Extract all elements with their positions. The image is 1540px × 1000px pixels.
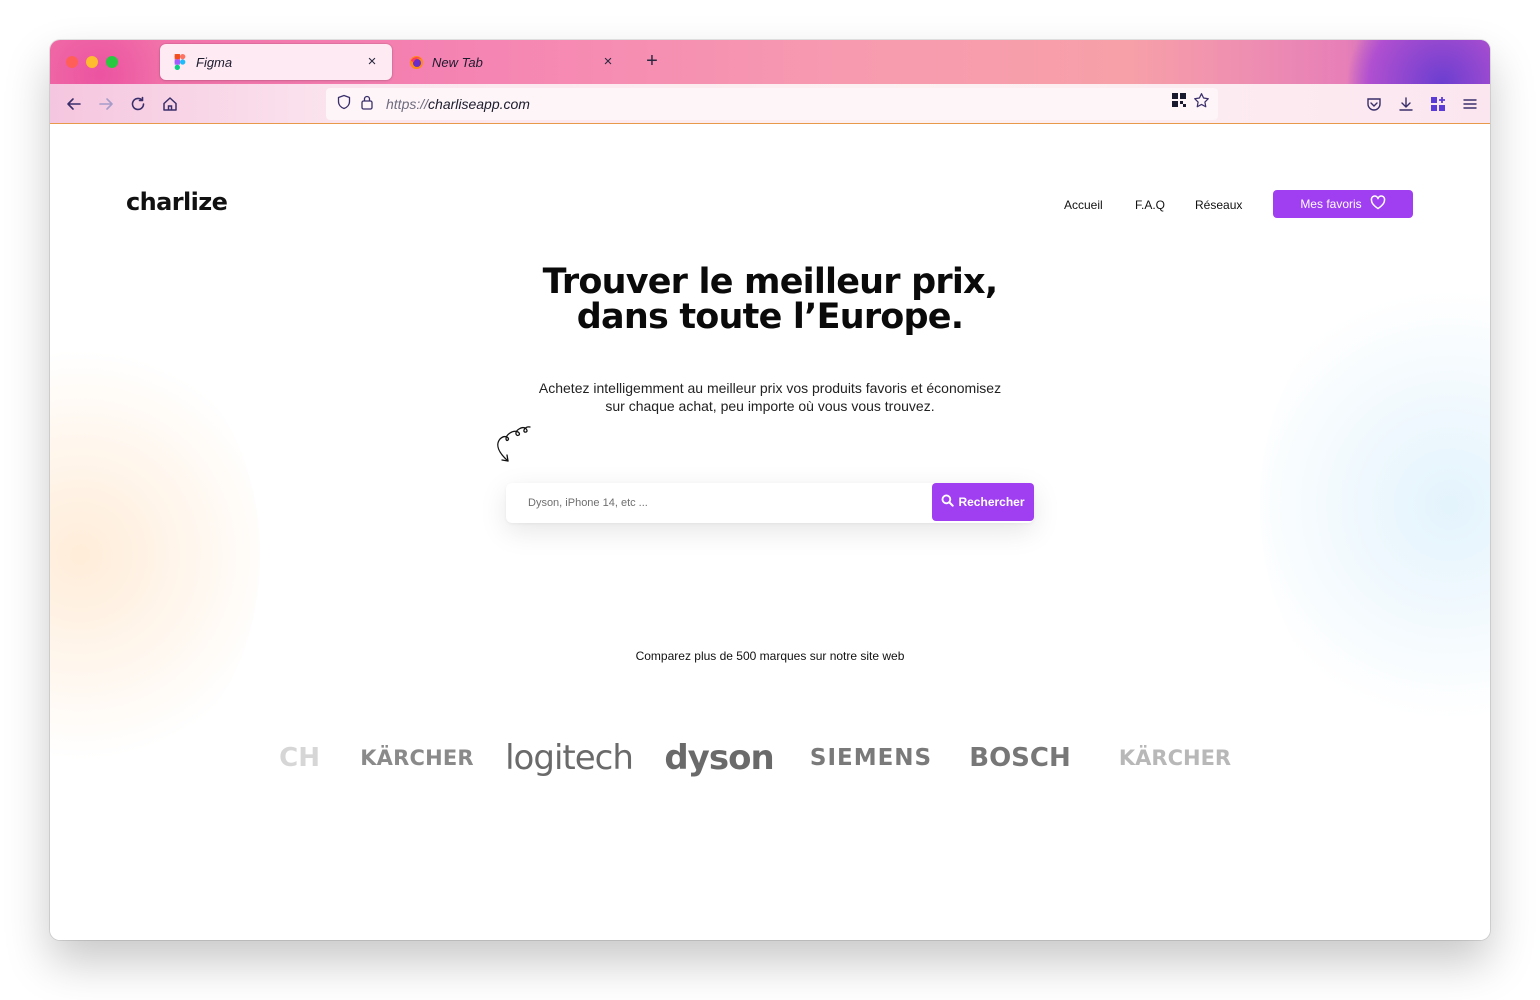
brand-logo-bosch-partial: CH (280, 743, 320, 773)
hero-subtitle-line: Achetez intelligemment au meilleur prix … (538, 380, 1002, 396)
tab-title: New Tab (432, 54, 483, 70)
qr-code-icon[interactable] (1171, 92, 1187, 114)
minimize-window-button[interactable] (86, 56, 98, 68)
brand-carousel: CH KÄRCHER logitech dyson SIEMENS BOSCH … (280, 733, 1240, 783)
bookmark-star-icon[interactable] (1193, 92, 1210, 114)
web-page: charlize Accueil F.A.Q Réseaux Mes favor… (50, 125, 1490, 940)
browser-window: Figma × New Tab × + https://charliseapp.… (50, 40, 1490, 940)
nav-link-faq[interactable]: F.A.Q (1135, 198, 1165, 212)
nav-link-accueil[interactable]: Accueil (1064, 198, 1103, 212)
close-tab-icon[interactable]: × (600, 54, 616, 70)
hero-title: Trouver le meilleur prix, dans toute l’E… (470, 265, 1070, 335)
brand-logo-karcher: KÄRCHER (1118, 746, 1232, 770)
url-text[interactable]: https://charliseapp.com (386, 96, 530, 112)
brand-logo-logitech: logitech (505, 738, 634, 778)
background-glow (50, 325, 260, 785)
search-input[interactable] (506, 483, 932, 523)
close-window-button[interactable] (66, 56, 78, 68)
brand-logo-siemens: SIEMENS (809, 745, 933, 771)
hero-subtitle: Achetez intelligemment au meilleur prix … (470, 379, 1070, 415)
brand-logo-karcher: KÄRCHER (360, 746, 474, 770)
firefox-icon (408, 54, 424, 70)
heart-icon (1370, 195, 1386, 213)
new-tab-button[interactable]: + (640, 50, 664, 74)
shield-icon[interactable] (336, 94, 352, 115)
nav-link-reseaux[interactable]: Réseaux (1195, 198, 1242, 212)
extensions-icon[interactable] (1426, 92, 1450, 116)
url-host: charliseapp.com (428, 96, 530, 112)
brand-logo-bosch: BOSCH (969, 743, 1071, 773)
back-icon[interactable] (62, 92, 86, 116)
figma-icon (172, 54, 188, 70)
hero-title-line: dans toute l’Europe. (576, 297, 964, 337)
search-box: Rechercher (506, 483, 1034, 523)
favorites-button[interactable]: Mes favoris (1273, 190, 1413, 218)
search-icon (941, 494, 955, 510)
hero-subtitle-line: sur chaque achat, peu importe où vous vo… (605, 398, 935, 414)
search-button[interactable]: Rechercher (932, 483, 1034, 521)
curly-arrow-icon (494, 423, 534, 470)
download-icon[interactable] (1394, 92, 1418, 116)
hero-title-line: Trouver le meilleur prix, (542, 262, 998, 302)
tab-new-tab[interactable]: New Tab × (396, 44, 628, 80)
tab-title: Figma (196, 54, 233, 70)
tab-bar: Figma × New Tab × + (50, 40, 1490, 84)
nav-toolbar: https://charliseapp.com (50, 84, 1490, 124)
search-button-label: Rechercher (958, 495, 1025, 509)
home-icon[interactable] (158, 92, 182, 116)
url-scheme: https:// (386, 96, 429, 112)
brands-caption: Comparez plus de 500 marques sur notre s… (635, 649, 905, 663)
menu-hamburger-icon[interactable] (1458, 92, 1482, 116)
favorites-button-label: Mes favoris (1300, 197, 1362, 211)
brand-logo-dyson: dyson (664, 738, 774, 778)
address-bar-actions (1171, 92, 1210, 114)
zoom-window-button[interactable] (106, 56, 118, 68)
reload-icon[interactable] (126, 92, 150, 116)
address-bar[interactable]: https://charliseapp.com (326, 88, 1218, 120)
pocket-icon[interactable] (1362, 92, 1386, 116)
tabbar-decoration (1340, 40, 1490, 84)
background-glow (1260, 265, 1490, 745)
site-logo[interactable]: charlize (126, 188, 228, 216)
close-tab-icon[interactable]: × (364, 54, 380, 70)
lock-icon[interactable] (360, 94, 374, 115)
tab-figma[interactable]: Figma × (160, 44, 392, 80)
forward-icon[interactable] (94, 92, 118, 116)
